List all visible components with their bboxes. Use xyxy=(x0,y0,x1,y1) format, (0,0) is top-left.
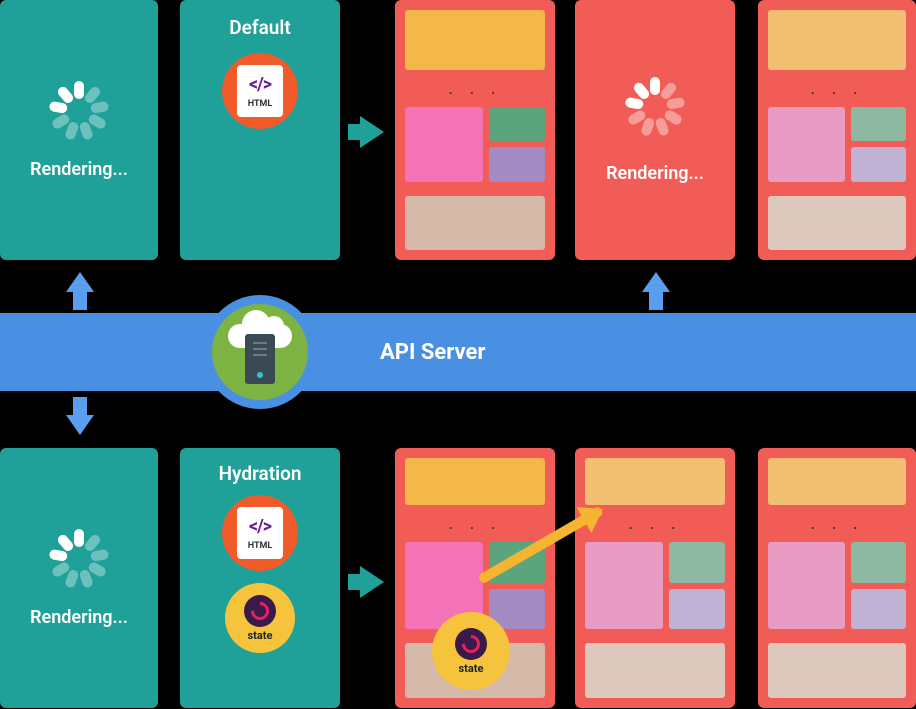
default-card: Default </> HTML xyxy=(180,0,340,260)
rendering-label: Rendering... xyxy=(30,159,128,180)
layout-preview-card-2: . . . xyxy=(758,0,916,260)
state-label: state xyxy=(248,629,273,642)
html-text: HTML xyxy=(248,99,273,109)
layout-block xyxy=(669,542,725,582)
ngrx-icon xyxy=(455,628,487,660)
spinner-icon xyxy=(625,77,685,137)
layout-block xyxy=(585,542,663,629)
layout-block xyxy=(768,196,906,250)
ngrx-icon xyxy=(244,595,276,627)
ellipsis-label: . . . xyxy=(405,78,545,99)
layout-block xyxy=(851,542,906,582)
hydration-card: Hydration </> HTML state xyxy=(180,448,340,708)
html-text: HTML xyxy=(248,541,273,551)
layout-block xyxy=(405,107,483,182)
layout-block xyxy=(768,458,906,505)
layout-block xyxy=(489,147,545,182)
layout-block xyxy=(768,107,845,182)
ellipsis-label: . . . xyxy=(768,513,906,534)
api-server-label: API Server xyxy=(380,340,485,365)
layout-block xyxy=(851,589,906,629)
layout-preview-card-1: . . . xyxy=(395,0,555,260)
layout-preview-card-4: . . . xyxy=(575,448,735,708)
api-server-bar: API Server xyxy=(0,313,916,391)
layout-block xyxy=(405,196,545,250)
layout-block xyxy=(768,542,845,629)
html-badge-icon: </> HTML xyxy=(222,53,298,129)
arrow-right-icon xyxy=(360,566,384,598)
cloud-server-icon xyxy=(203,295,317,409)
layout-block xyxy=(585,643,725,698)
rendering-label: Rendering... xyxy=(606,163,704,184)
arrow-up-icon xyxy=(66,272,94,292)
ellipsis-label: . . . xyxy=(768,78,906,99)
layout-block xyxy=(851,147,906,182)
top-rendering-card: Rendering... xyxy=(0,0,158,260)
layout-block xyxy=(669,589,725,629)
bottom-rendering-card: Rendering... xyxy=(0,448,158,708)
arrow-right-icon xyxy=(360,116,384,148)
rendering-preview-card: Rendering... xyxy=(575,0,735,260)
ellipsis-label: . . . xyxy=(405,513,545,534)
floating-state-badge: state xyxy=(432,612,510,690)
spinner-icon xyxy=(49,81,109,141)
rendering-label: Rendering... xyxy=(30,607,128,628)
hydration-title: Hydration xyxy=(219,462,302,485)
layout-block xyxy=(489,107,545,142)
html-badge-icon: </> HTML xyxy=(222,495,298,571)
layout-block xyxy=(768,10,906,70)
layout-preview-card-5: . . . xyxy=(758,448,916,708)
layout-block xyxy=(405,458,545,505)
arrow-down-icon xyxy=(66,415,94,435)
arrow-up-icon xyxy=(642,272,670,292)
layout-block xyxy=(851,107,906,142)
layout-block xyxy=(585,458,725,505)
code-icon: </> xyxy=(249,516,271,537)
spinner-icon xyxy=(49,529,109,589)
state-label: state xyxy=(459,662,484,675)
state-badge-icon: state xyxy=(225,583,295,653)
layout-block xyxy=(768,643,906,698)
code-icon: </> xyxy=(249,74,271,95)
layout-block xyxy=(405,10,545,70)
default-title: Default xyxy=(229,16,290,39)
state-badge-icon: state xyxy=(432,612,510,690)
